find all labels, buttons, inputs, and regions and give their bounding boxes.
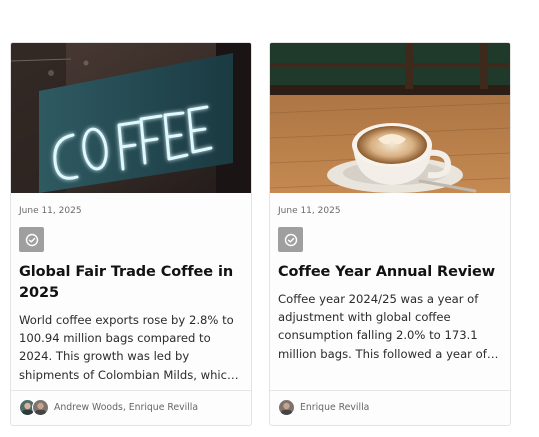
post-authors: Andrew Woods, Enrique Revilla — [19, 399, 198, 416]
post-excerpt: Coffee year 2024/25 was a year of adjust… — [278, 292, 487, 361]
coffee-neon-sign-image[interactable] — [11, 43, 251, 193]
card-divider — [11, 390, 251, 391]
post-title[interactable]: Global Fair Trade Coffee in 2025 — [19, 262, 245, 304]
check-circle-icon — [278, 227, 303, 252]
avatar — [32, 399, 49, 416]
author-names: Enrique Revilla — [300, 402, 370, 413]
post-date: June 11, 2025 — [278, 206, 341, 216]
post-title[interactable]: Coffee Year Annual Review — [278, 262, 504, 283]
post-authors: Enrique Revilla — [278, 399, 369, 416]
card-divider — [270, 390, 510, 391]
check-circle-icon — [19, 227, 44, 252]
latte-cup-image[interactable] — [270, 43, 510, 193]
post-card[interactable]: June 11, 2025 Global Fair Trade Coffee i… — [10, 42, 252, 426]
author-names: Andrew Woods, Enrique Revilla — [54, 402, 199, 413]
post-card[interactable]: June 11, 2025 Coffee Year Annual Review … — [269, 42, 511, 426]
post-date: June 11, 2025 — [19, 206, 82, 216]
post-excerpt: World coffee exports rose by 2.8% to 100… — [19, 313, 235, 382]
avatar — [278, 399, 295, 416]
